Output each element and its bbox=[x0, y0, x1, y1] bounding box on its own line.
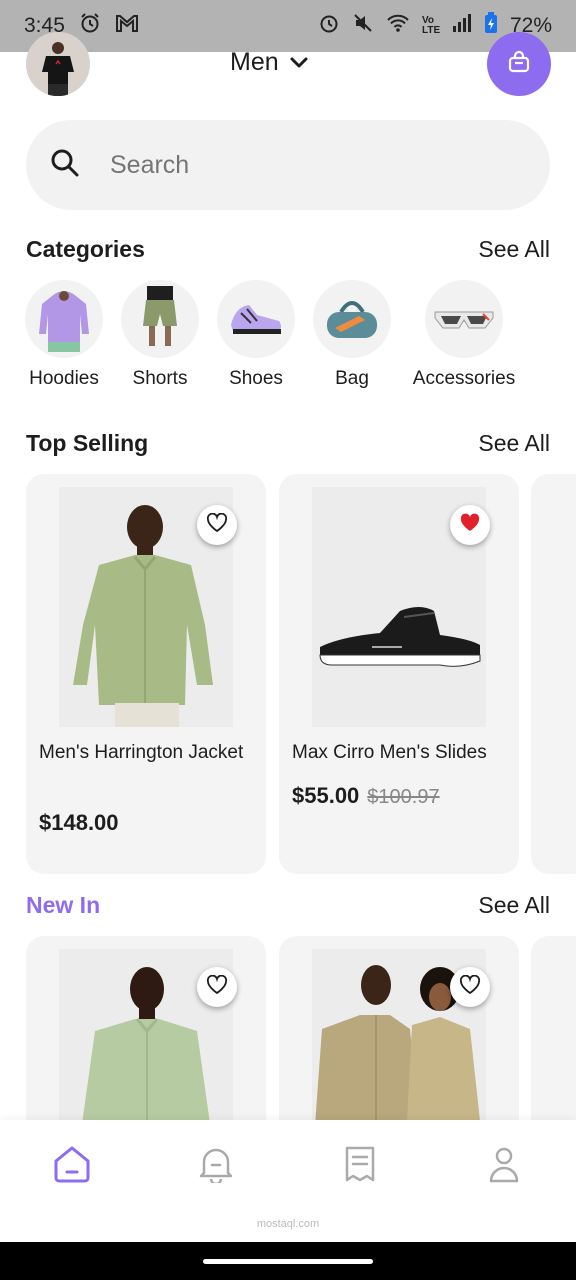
product-price-value: $148.00 bbox=[39, 810, 119, 835]
category-label: Bag bbox=[335, 368, 369, 389]
product-card-peek[interactable] bbox=[531, 474, 576, 874]
category-bag[interactable]: Bag bbox=[313, 280, 391, 390]
category-label: Shorts bbox=[132, 368, 188, 389]
bag-image bbox=[313, 280, 391, 358]
avatar[interactable] bbox=[26, 32, 90, 96]
product-name: Max Cirro Men's Slides bbox=[292, 742, 487, 763]
categories-see-all-link[interactable]: See All bbox=[478, 236, 550, 263]
heart-outline-icon bbox=[459, 974, 481, 1000]
category-label: Hoodies bbox=[29, 368, 99, 389]
sunglasses-image bbox=[425, 280, 503, 358]
profile-icon bbox=[487, 1145, 521, 1188]
home-indicator[interactable] bbox=[203, 1259, 373, 1264]
shoe-image bbox=[217, 280, 295, 358]
battery-charging-icon bbox=[484, 12, 498, 40]
favorite-button[interactable] bbox=[450, 967, 490, 1007]
categories-header: Categories See All bbox=[26, 236, 550, 263]
favorite-button[interactable] bbox=[197, 505, 237, 545]
categories-title: Categories bbox=[26, 236, 145, 262]
product-price: $148.00 bbox=[39, 810, 119, 836]
product-old-price: $100.97 bbox=[367, 786, 440, 808]
system-navigation-bar bbox=[0, 1242, 576, 1280]
top-selling-header: Top Selling See All bbox=[26, 430, 550, 457]
chevron-down-icon bbox=[289, 48, 309, 77]
watermark: mostaql.com bbox=[256, 1218, 320, 1230]
cart-button[interactable] bbox=[487, 32, 551, 96]
new-in-see-all-link[interactable]: See All bbox=[478, 892, 550, 919]
top-selling-title: Top Selling bbox=[26, 430, 149, 456]
category-accessories[interactable]: Accessories bbox=[404, 280, 524, 390]
product-card-peek[interactable] bbox=[531, 936, 576, 1136]
nav-notifications[interactable] bbox=[192, 1142, 240, 1190]
product-price: $55.00 $100.97 bbox=[292, 783, 440, 809]
orders-icon bbox=[343, 1145, 377, 1188]
shopping-bag-icon bbox=[506, 49, 532, 80]
gender-dropdown[interactable]: Men bbox=[230, 48, 309, 77]
favorite-button[interactable] bbox=[450, 505, 490, 545]
category-list: Hoodies Shorts Shoes Bag Accessories bbox=[0, 280, 576, 400]
search-bar[interactable] bbox=[26, 120, 550, 210]
new-in-header: New In See All bbox=[26, 892, 550, 919]
top-selling-see-all-link[interactable]: See All bbox=[478, 430, 550, 457]
category-shoes[interactable]: Shoes bbox=[217, 280, 295, 390]
alarm-icon bbox=[79, 12, 101, 40]
signal-icon bbox=[452, 14, 472, 38]
gender-label: Men bbox=[230, 48, 279, 76]
search-icon bbox=[50, 148, 80, 183]
heart-outline-icon bbox=[206, 974, 228, 1000]
search-input[interactable] bbox=[110, 150, 490, 180]
home-icon bbox=[52, 1145, 92, 1188]
new-in-title: New In bbox=[26, 892, 101, 918]
status-bar: 3:45 Vo LTE 72% bbox=[0, 0, 576, 52]
hoodie-image bbox=[25, 280, 103, 358]
volte-label: Vo LTE bbox=[421, 15, 441, 36]
nav-orders[interactable] bbox=[336, 1142, 384, 1190]
nav-profile[interactable] bbox=[480, 1142, 528, 1190]
product-price-value: $55.00 bbox=[292, 783, 360, 808]
gmail-icon bbox=[115, 13, 139, 39]
bell-icon bbox=[198, 1145, 234, 1188]
mute-icon bbox=[352, 12, 374, 40]
nav-home[interactable] bbox=[48, 1142, 96, 1190]
category-label: Shoes bbox=[229, 368, 283, 389]
shorts-image bbox=[121, 280, 199, 358]
category-hoodies[interactable]: Hoodies bbox=[25, 280, 103, 390]
alarm-icon bbox=[318, 12, 340, 40]
category-label: Accessories bbox=[412, 368, 516, 389]
product-card[interactable]: Max Cirro Men's Slides $55.00 $100.97 bbox=[279, 474, 519, 874]
product-card[interactable]: Men's Harrington Jacket $148.00 bbox=[26, 474, 266, 874]
heart-filled-icon bbox=[459, 513, 481, 538]
category-shorts[interactable]: Shorts bbox=[121, 280, 199, 390]
favorite-button[interactable] bbox=[197, 967, 237, 1007]
wifi-icon bbox=[386, 13, 410, 39]
heart-outline-icon bbox=[206, 512, 228, 538]
product-name: Men's Harrington Jacket bbox=[39, 742, 244, 763]
